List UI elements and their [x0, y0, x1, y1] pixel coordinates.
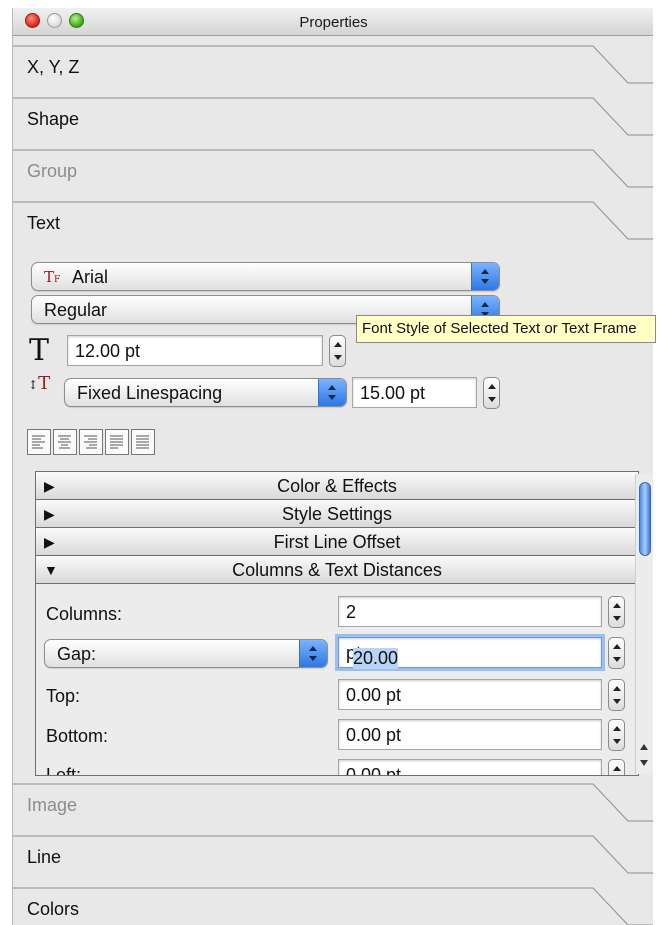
chevron-updown-icon [318, 379, 346, 406]
font-style-tooltip: Font Style of Selected Text or Text Fram… [356, 315, 656, 343]
bottom-value: 0.00 pt [346, 725, 402, 745]
text-subpanel: ▶ Color & Effects ▶ Style Settings ▶ Fir… [35, 471, 639, 776]
subsection-style-settings-label: Style Settings [281, 504, 393, 524]
subsection-columns-text-distances[interactable]: ▼ Columns & Text Distances [36, 556, 638, 584]
section-text-label: Text [27, 213, 61, 233]
scroll-down-icon[interactable] [640, 760, 648, 766]
columns-label: Columns: [46, 604, 123, 624]
top-label: Top: [46, 686, 81, 706]
scroll-up-icon[interactable] [640, 744, 648, 750]
gap-type-popup[interactable]: Gap: [44, 639, 328, 668]
subsection-color-effects[interactable]: ▶ Color & Effects [36, 472, 638, 500]
section-line[interactable]: Line [13, 835, 653, 887]
section-text[interactable]: Text [13, 201, 653, 253]
font-size-stepper[interactable] [329, 335, 346, 367]
align-right-button[interactable] [79, 429, 103, 455]
section-line-label: Line [27, 847, 62, 867]
top-value: 0.00 pt [346, 685, 402, 705]
align-right-icon [84, 435, 97, 449]
section-image-label: Image [27, 795, 78, 815]
section-shape[interactable]: Shape [13, 97, 653, 149]
align-forced-button[interactable] [131, 429, 155, 455]
font-size-field[interactable]: 12.00 pt [67, 335, 323, 366]
left-label: Left: [46, 765, 82, 776]
title-bar: Properties [13, 8, 653, 36]
bottom-label: Bottom: [46, 726, 109, 746]
section-colors-label: Colors [27, 899, 80, 919]
left-stepper[interactable] [608, 759, 625, 775]
linespacing-field[interactable]: 15.00 pt [352, 377, 477, 408]
font-family-popup[interactable]: TF Arial [31, 262, 500, 291]
subpanel-scrollbar[interactable] [635, 474, 653, 774]
section-xyz[interactable]: X, Y, Z [13, 45, 653, 97]
gap-stepper[interactable] [608, 637, 625, 669]
align-justify-button[interactable] [105, 429, 129, 455]
gap-number-selected: 20.00 [353, 648, 399, 669]
linespacing-mode-popup[interactable]: Fixed Linespacing [64, 378, 347, 407]
linespacing-stepper[interactable] [483, 377, 500, 409]
align-center-icon [58, 435, 71, 449]
left-value: 0.00 pt [346, 765, 402, 776]
subsection-first-line-offset-label: First Line Offset [273, 532, 401, 552]
section-shape-label: Shape [27, 109, 80, 129]
properties-window: Properties X, Y, Z Shape Group Text TF A… [12, 8, 653, 925]
window-title: Properties [299, 14, 368, 31]
top-field[interactable]: 0.00 pt [338, 679, 602, 710]
font-family-value: Arial [72, 267, 109, 287]
font-type-icon: TF [44, 268, 61, 286]
scrollbar-thumb[interactable] [639, 482, 651, 556]
align-justify-icon [110, 435, 123, 449]
subsection-first-line-offset[interactable]: ▶ First Line Offset [36, 528, 638, 556]
section-group[interactable]: Group [13, 149, 653, 201]
align-left-button[interactable] [27, 429, 51, 455]
gap-label: Gap: [57, 644, 97, 664]
columns-value: 2 [346, 602, 357, 622]
subsection-color-effects-label: Color & Effects [277, 476, 397, 496]
section-xyz-label: X, Y, Z [27, 57, 80, 77]
bottom-stepper[interactable] [608, 719, 625, 751]
subsection-columns-label: Columns & Text Distances [232, 560, 442, 580]
linespacing-icon: ↕T [28, 373, 51, 394]
gap-value: 20.00 pt [346, 643, 399, 669]
left-field[interactable]: 0.00 pt [338, 759, 602, 776]
font-size-value: 12.00 pt [75, 341, 141, 361]
align-forced-icon [136, 435, 149, 449]
top-stepper[interactable] [608, 679, 625, 711]
chevron-updown-icon [299, 640, 327, 667]
subsection-style-settings[interactable]: ▶ Style Settings [36, 500, 638, 528]
columns-field[interactable]: 2 [338, 596, 602, 627]
section-image[interactable]: Image [13, 783, 653, 835]
align-center-button[interactable] [53, 429, 77, 455]
section-group-label: Group [27, 161, 78, 181]
columns-stepper[interactable] [608, 596, 625, 628]
gap-field[interactable]: 20.00 pt [338, 637, 602, 669]
linespacing-value: 15.00 pt [360, 383, 426, 403]
bottom-field[interactable]: 0.00 pt [338, 719, 602, 750]
font-style-value: Regular [44, 300, 108, 320]
section-colors[interactable]: Colors [13, 887, 653, 925]
linespacing-mode-value: Fixed Linespacing [77, 383, 223, 403]
align-left-icon [32, 435, 45, 449]
chevron-updown-icon [471, 263, 499, 290]
text-size-icon: T [29, 333, 50, 368]
